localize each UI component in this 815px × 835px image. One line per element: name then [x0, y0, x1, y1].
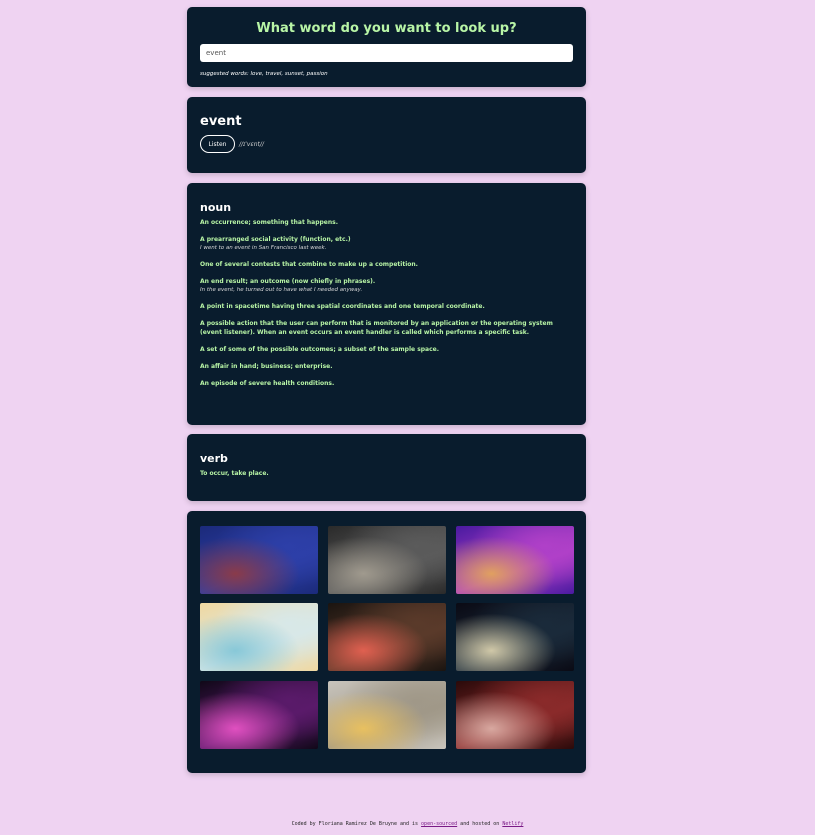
page: What word do you want to look up? sugges…	[0, 0, 815, 835]
search-card: What word do you want to look up? sugges…	[187, 7, 586, 87]
definition-entry: A set of some of the possible outcomes; …	[200, 345, 574, 354]
definition-text: An episode of severe health conditions.	[200, 380, 335, 387]
photo-purple-venue[interactable]	[456, 526, 574, 594]
footer: Coded by Floriana Ramírez De Bruyne and …	[0, 821, 815, 827]
definition-text: A prearranged social activity (function,…	[200, 236, 351, 243]
definition-text: An end result; an outcome (now chiefly i…	[200, 278, 376, 285]
definition-list: To occur, take place.	[200, 469, 574, 486]
definition-list: An occurrence; something that happens. A…	[200, 218, 574, 396]
definition-text: To occur, take place.	[200, 470, 269, 477]
definition-entry: An affair in hand; business; enterprise.	[200, 362, 574, 371]
definition-entry: An end result; an outcome (now chiefly i…	[200, 277, 574, 294]
part-of-speech-title: verb	[200, 452, 228, 465]
definition-entry: One of several contests that combine to …	[200, 260, 574, 269]
open-source-link[interactable]: open-sourced	[421, 821, 457, 827]
phonetic-text: //ɪˈvɛnt//	[239, 141, 264, 148]
definition-example: I went to an event in San Francisco last…	[200, 245, 327, 251]
definition-text: A point in spacetime having three spatia…	[200, 303, 485, 310]
definition-entry: A prearranged social activity (function,…	[200, 235, 574, 252]
definition-entry: A possible action that the user can perf…	[200, 319, 574, 337]
photos-card	[187, 511, 586, 773]
definition-entry: An occurrence; something that happens.	[200, 218, 574, 227]
definition-entry: An episode of severe health conditions.	[200, 379, 574, 388]
footer-text: and hosted on	[457, 821, 503, 827]
photo-party-dance[interactable]	[328, 603, 446, 671]
definition-text: One of several contests that combine to …	[200, 261, 418, 268]
photo-buffet-food[interactable]	[200, 603, 318, 671]
definition-text: An occurrence; something that happens.	[200, 219, 338, 226]
meaning-card-verb: verb To occur, take place.	[187, 434, 586, 501]
photo-audience-blue[interactable]	[200, 526, 318, 594]
photo-crowd-concert[interactable]	[328, 526, 446, 594]
search-title: What word do you want to look up?	[256, 21, 517, 36]
netlify-link[interactable]: Netlify	[502, 821, 523, 827]
definition-example: In the event, he turned out to have what…	[200, 287, 363, 293]
photo-red-auditorium[interactable]	[456, 681, 574, 749]
photo-champagne-glasses[interactable]	[328, 681, 446, 749]
listen-button[interactable]: Listen	[200, 135, 235, 153]
part-of-speech-title: noun	[200, 201, 232, 214]
word-title: event	[200, 114, 242, 129]
word-card: event Listen //ɪˈvɛnt//	[187, 97, 586, 173]
definition-entry: A point in spacetime having three spatia…	[200, 302, 574, 311]
suggested-words: suggested words: love, travel, sunset, p…	[200, 71, 328, 77]
definition-text: A set of some of the possible outcomes; …	[200, 346, 440, 353]
footer-text: Coded by Floriana Ramírez De Bruyne and …	[291, 821, 422, 827]
definition-text: An affair in hand; business; enterprise.	[200, 363, 333, 370]
meaning-card-noun: noun An occurrence; something that happe…	[187, 183, 586, 425]
photo-stage-lights[interactable]	[456, 603, 574, 671]
photo-pink-stage[interactable]	[200, 681, 318, 749]
definition-text: A possible action that the user can perf…	[200, 320, 553, 336]
definition-entry: To occur, take place.	[200, 469, 574, 478]
search-input[interactable]	[200, 44, 573, 62]
